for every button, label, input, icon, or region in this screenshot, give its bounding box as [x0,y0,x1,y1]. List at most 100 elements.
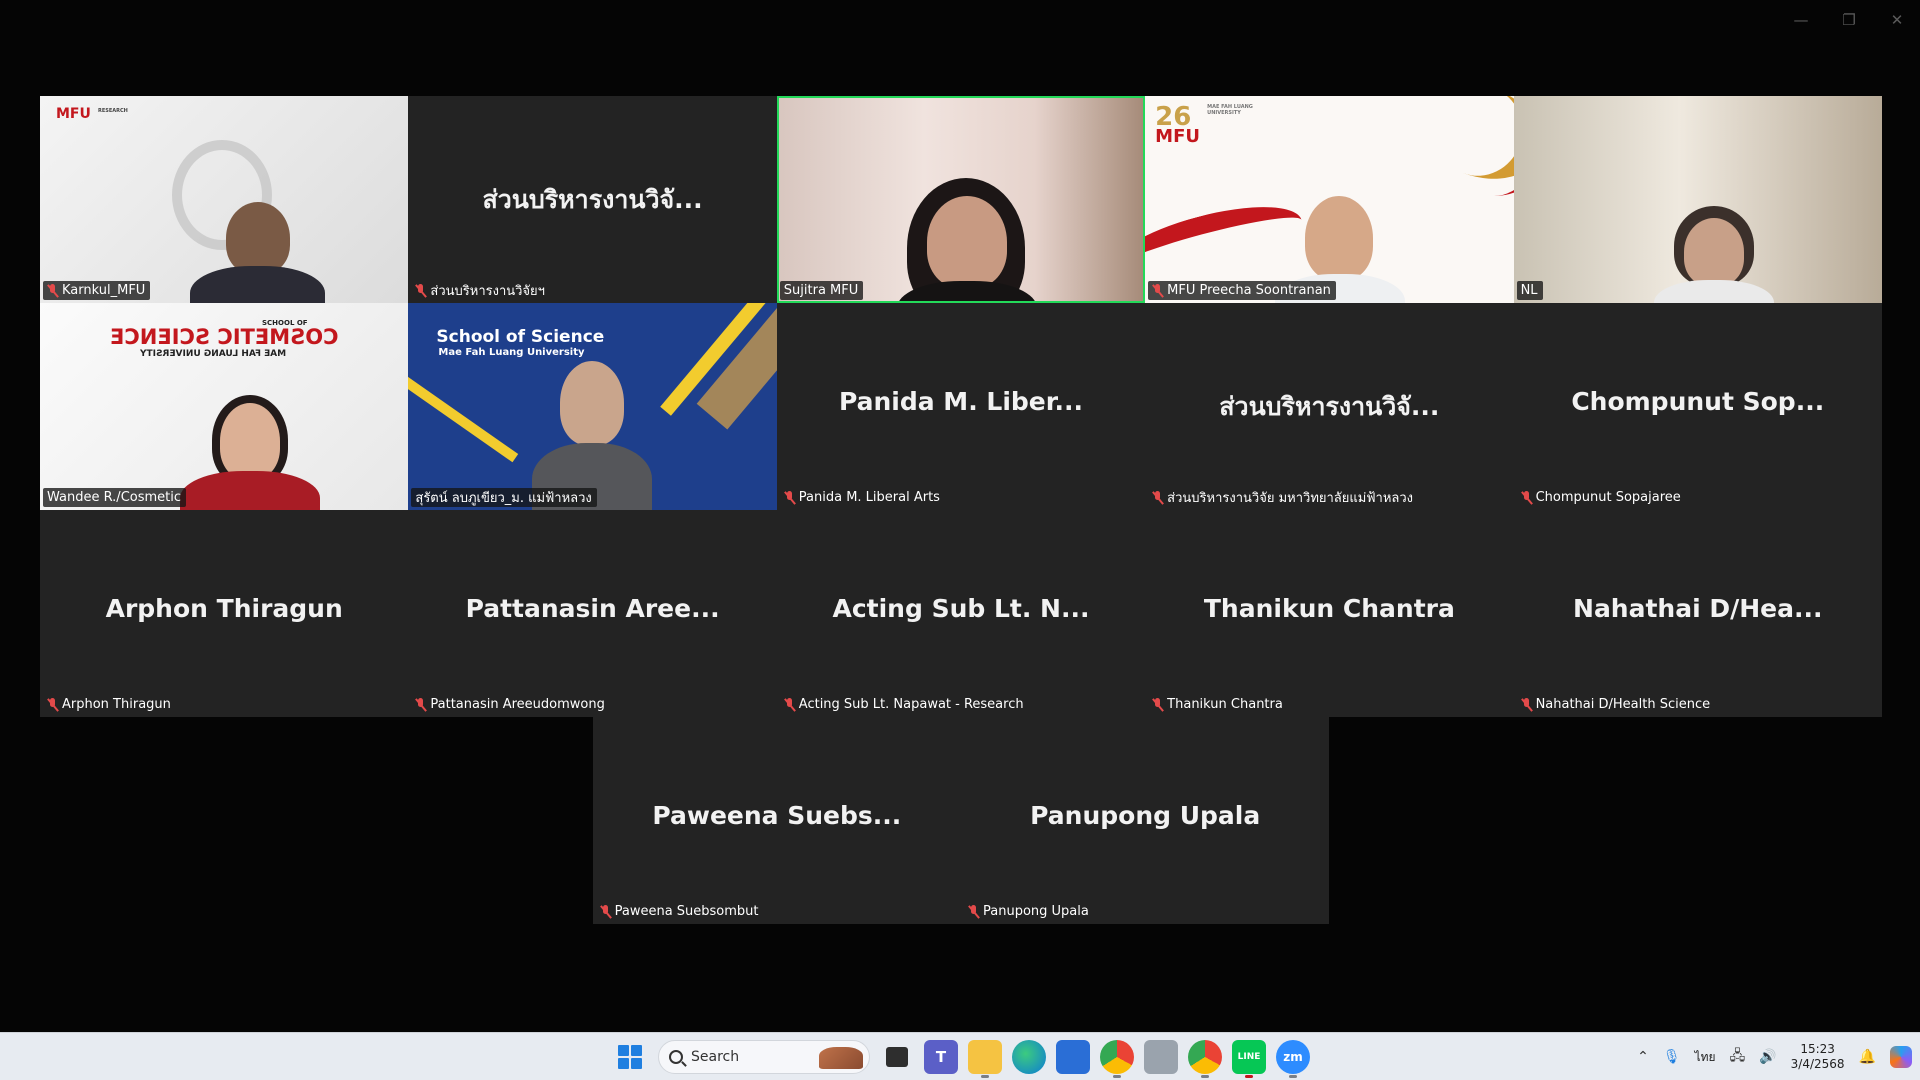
photos-icon[interactable] [1144,1040,1178,1074]
participant-name: ส่วนบริหารงานวิจัยฯ [430,284,545,299]
video-tile[interactable]: ส่วนบริหารงานวิจั... ส่วนบริหารงานวิจัย … [1145,303,1514,510]
video-feed: 26 MFU MAE FAH LUANG UNIVERSITY [1145,96,1514,303]
start-button[interactable] [612,1039,648,1075]
participant-name: Acting Sub Lt. Napawat - Research [798,697,1024,712]
participant-name-tag: ส่วนบริหารงานวิจัยฯ [411,281,550,300]
minimize-icon[interactable]: — [1788,8,1814,32]
notification-bell-icon[interactable]: 🔔 [1859,1049,1876,1065]
gallery-row: SCHOOL OF COSMETIC SCIENCE MAE FAH LUANG… [40,303,1882,510]
participant-body [190,266,325,303]
background-logo: COSMETIC SCIENCE [110,325,339,349]
input-language[interactable]: ไทย [1695,1048,1716,1067]
mic-muted-icon [784,490,795,505]
mic-muted-icon [1152,697,1163,712]
mic-muted-icon [1521,697,1532,712]
video-tile[interactable]: Pattanasin Aree... Pattanasin Areeudomwo… [408,510,777,717]
participant-name-tag: Pattanasin Areeudomwong [411,695,609,714]
gallery-row: Arphon Thiragun Arphon Thiragun Pattanas… [40,510,1882,717]
gallery-row: Paweena Suebs... Paweena Suebsombut Panu… [40,717,1882,924]
clock[interactable]: 15:23 3/4/2568 [1791,1042,1845,1072]
video-tile[interactable]: Paweena Suebs... Paweena Suebsombut [592,717,961,924]
background-stripe [408,373,519,463]
participant-name-tag: Thanikun Chantra [1148,695,1288,714]
participant-name: NL [1520,283,1538,298]
video-tile[interactable]: 26 MFU MAE FAH LUANG UNIVERSITY MFU Pree… [1145,96,1514,303]
chevron-up-icon[interactable]: ⌃ [1637,1049,1649,1065]
video-tile[interactable]: School of Science Mae Fah Luang Universi… [408,303,777,510]
windows-logo-icon [618,1058,629,1069]
participant-display-name: Thanikun Chantra [1203,594,1455,623]
chrome-icon[interactable] [1100,1040,1134,1078]
participant-display-name: Pattanasin Aree... [465,594,720,623]
chrome-profile-icon[interactable] [1188,1040,1222,1078]
participant-name: Panida M. Liberal Arts [798,490,940,505]
taskbar-search[interactable]: Search [658,1040,870,1074]
participant-name: Chompunut Sopajaree [1535,490,1681,505]
participant-name-tag: NL [1516,281,1543,300]
mic-muted-icon [47,283,58,298]
participant-figure [1305,196,1374,280]
video-tile-active-speaker[interactable]: Sujitra MFU [776,96,1146,303]
teams-icon[interactable]: T [924,1040,958,1074]
video-tile[interactable]: Thanikun Chantra Thanikun Chantra [1145,510,1514,717]
background-logo-subtitle: RESEARCH [98,108,128,114]
search-placeholder: Search [691,1049,740,1065]
participant-display-name: Chompunut Sop... [1571,387,1825,416]
line-icon[interactable]: LINE [1232,1040,1266,1078]
edge-icon[interactable] [1012,1040,1046,1074]
time: 15:23 [1800,1042,1835,1056]
mic-muted-icon [1152,490,1163,505]
video-tile[interactable]: Panupong Upala Panupong Upala [961,717,1330,924]
participant-name-tag: Acting Sub Lt. Napawat - Research [780,695,1029,714]
task-view-icon[interactable] [886,1047,908,1067]
store-icon[interactable] [1056,1040,1090,1074]
participant-name-tag: Chompunut Sopajaree [1517,488,1686,507]
windows-logo-icon [618,1045,629,1056]
participant-figure [220,403,280,479]
background-logo-subtitle: Mae Fah Luang University [438,347,585,358]
video-tile[interactable]: Arphon Thiragun Arphon Thiragun [40,510,409,717]
line-label: LINE [1237,1052,1261,1062]
windows-logo-icon [631,1045,642,1056]
zoom-icon[interactable]: zm [1276,1040,1310,1078]
running-indicator [1113,1075,1121,1078]
mic-muted-icon [784,697,795,712]
background-logo: School of Science [436,327,605,347]
participant-display-name: Nahathai D/Hea... [1573,594,1823,623]
participant-name: Paweena Suebsombut [614,904,759,919]
video-tile[interactable]: Panida M. Liber... Panida M. Liberal Art… [776,303,1146,510]
participant-name: Panupong Upala [983,904,1089,919]
mic-muted-icon [600,904,611,919]
participant-body [180,471,320,510]
video-tile[interactable]: NL [1513,96,1882,303]
video-tile[interactable]: SCHOOL OF COSMETIC SCIENCE MAE FAH LUANG… [40,303,409,510]
video-tile[interactable]: MFU RESEARCH Karnkul_MFU [40,96,409,303]
background-logo: MFU [56,106,91,122]
participant-display-name: Panupong Upala [1030,801,1261,830]
participant-display-name: Arphon Thiragun [105,594,343,623]
microphone-icon[interactable]: 🎙 [1663,1049,1681,1065]
copilot-icon[interactable] [1890,1046,1912,1068]
gallery-view: MFU RESEARCH Karnkul_MFU ส่วนบริหารงานวิ… [40,96,1882,924]
video-tile[interactable]: Chompunut Sop... Chompunut Sopajaree [1513,303,1882,510]
participant-name-tag: Paweena Suebsombut [596,902,764,921]
video-feed: SCHOOL OF COSMETIC SCIENCE MAE FAH LUANG… [40,303,409,510]
volume-icon[interactable]: 🔊 [1759,1049,1776,1065]
mic-muted-icon [1152,283,1163,298]
participant-name: Nahathai D/Health Science [1535,697,1711,712]
mic-muted-icon [415,283,426,298]
participant-figure [1683,218,1744,286]
video-tile[interactable]: Acting Sub Lt. N... Acting Sub Lt. Napaw… [776,510,1146,717]
close-icon[interactable]: ✕ [1884,8,1910,32]
video-tile[interactable]: ส่วนบริหารงานวิจั... ส่วนบริหารงานวิจัยฯ [408,96,777,303]
participant-name-tag: ส่วนบริหารงานวิจัย มหาวิทยาลัยแม่ฟ้าหลวง [1148,488,1418,507]
participant-name-tag: MFU Preecha Soontranan [1148,281,1336,300]
participant-figure [926,196,1007,288]
background-logo-mfu: MFU [1155,126,1200,147]
file-explorer-icon[interactable] [968,1040,1002,1078]
video-tile[interactable]: Nahathai D/Hea... Nahathai D/Health Scie… [1513,510,1882,717]
network-icon[interactable]: 🖧 [1730,1045,1746,1069]
participant-display-name: ส่วนบริหารงานวิจั... [482,185,703,214]
restore-icon[interactable]: ❐ [1836,8,1862,32]
participant-figure [560,361,625,445]
